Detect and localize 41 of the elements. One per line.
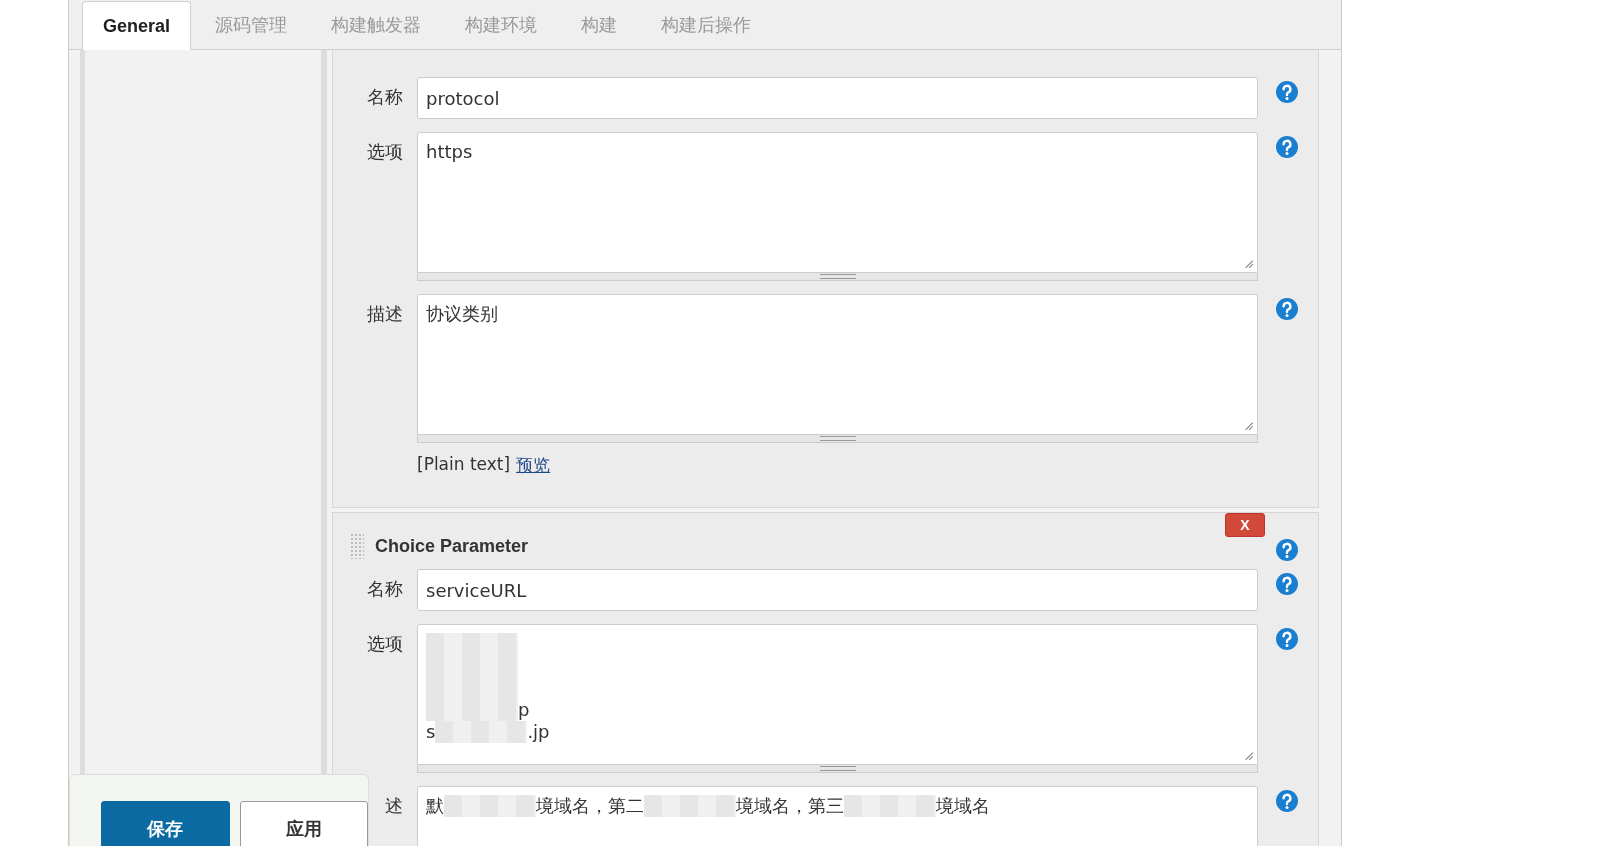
format-note: [Plain text] <box>417 454 511 476</box>
input-field[interactable]: protocol <box>417 77 1258 119</box>
help-icon[interactable] <box>1275 80 1299 104</box>
help-icon[interactable] <box>1275 789 1299 813</box>
text-area[interactable]: 默 境域名，第二 境域名，第三 境域名 <box>417 786 1258 846</box>
help-icon[interactable] <box>1275 297 1299 321</box>
help-icon[interactable] <box>1275 572 1299 596</box>
field-value: 协议类别 <box>426 303 498 325</box>
field-value: serviceURL <box>426 579 527 601</box>
field-value: s <box>426 721 436 743</box>
save-button[interactable]: 保存 <box>101 801 230 846</box>
field-label: 名称 <box>366 85 404 109</box>
field-label: 述 <box>384 794 404 818</box>
input-field[interactable]: serviceURL <box>417 569 1258 611</box>
field-label: 选项 <box>366 140 404 164</box>
resize-grip-icon[interactable] <box>1242 419 1254 431</box>
tab[interactable]: General <box>82 1 192 50</box>
resize-bar-icon[interactable] <box>819 436 856 441</box>
help-icon[interactable] <box>1275 135 1299 159</box>
apply-button[interactable]: 应用 <box>239 801 368 846</box>
field-label: 选项 <box>366 632 404 656</box>
preview-link[interactable]: 预览 <box>516 454 551 477</box>
field-value: 默 <box>426 795 444 817</box>
parameter-title: Choice Parameter <box>375 535 529 557</box>
drag-handle-icon[interactable] <box>350 533 364 559</box>
delete-button[interactable]: X <box>1225 513 1265 537</box>
help-icon[interactable] <box>1275 627 1299 651</box>
help-icon[interactable] <box>1275 538 1299 562</box>
field-value: 境域名，第三 <box>736 795 844 817</box>
field-value: 境域名，第二 <box>536 795 644 817</box>
field-label: 描述 <box>366 302 404 326</box>
resize-bar-icon[interactable] <box>819 274 856 279</box>
resize-grip-icon[interactable] <box>1242 749 1254 761</box>
resize-grip-icon[interactable] <box>1242 257 1254 269</box>
resize-bar-icon[interactable] <box>819 766 856 771</box>
field-value: .jp <box>527 721 550 743</box>
field-label: 名称 <box>366 577 404 601</box>
field-value: https <box>426 141 473 163</box>
field-value: p <box>518 699 530 721</box>
field-value: protocol <box>426 87 500 109</box>
field-value: 境域名 <box>936 795 990 817</box>
